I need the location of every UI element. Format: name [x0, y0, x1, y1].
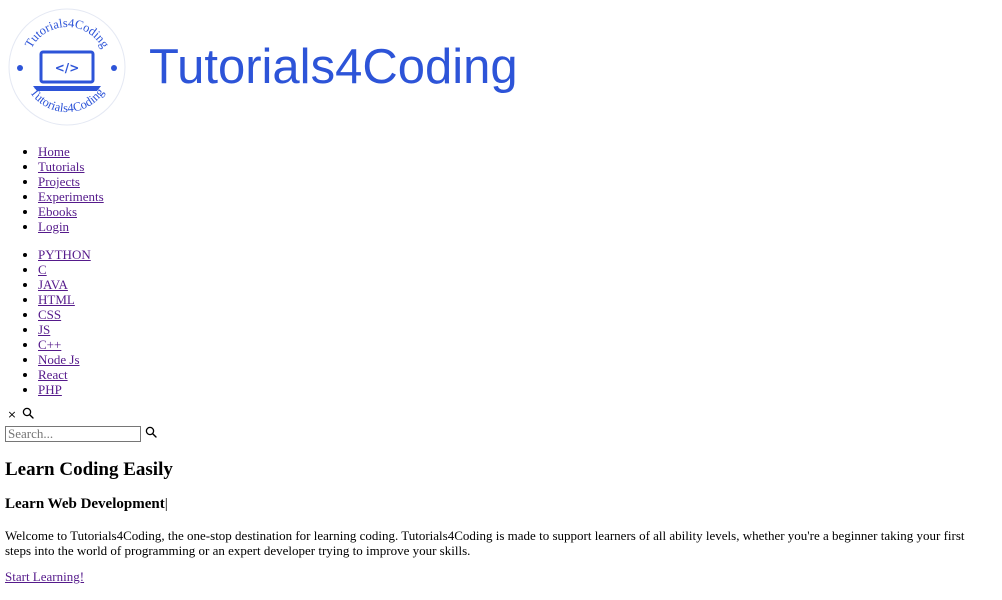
typing-cursor: | — [164, 496, 168, 512]
lang-link-java[interactable]: JAVA — [38, 277, 68, 292]
lang-link-cpp[interactable]: C++ — [38, 337, 61, 352]
search-toggle-row: × — [7, 407, 34, 423]
lang-item-c: C — [38, 262, 91, 277]
hero-subheading-text: Learn Web Development — [5, 496, 165, 512]
logo-dot-left — [17, 65, 23, 71]
search-submit-icon[interactable] — [145, 426, 157, 442]
site-logo[interactable]: Tutorials4Coding Tutorials4Coding </> — [8, 8, 126, 126]
hero-subheading: Learn Web Development| — [5, 495, 168, 513]
lang-link-c[interactable]: C — [38, 262, 47, 277]
nav-link-tutorials[interactable]: Tutorials — [38, 159, 84, 174]
nav-link-login[interactable]: Login — [38, 219, 69, 234]
nav-item-home: Home — [38, 144, 104, 159]
lang-item-python: PYTHON — [38, 247, 91, 262]
nav-item-login: Login — [38, 219, 104, 234]
lang-item-css: CSS — [38, 307, 91, 322]
lang-item-html: HTML — [38, 292, 91, 307]
nav-item-tutorials: Tutorials — [38, 159, 104, 174]
lang-link-js[interactable]: JS — [38, 322, 50, 337]
lang-item-js: JS — [38, 322, 91, 337]
main-nav: Home Tutorials Projects Experiments Eboo… — [0, 144, 104, 234]
nav-item-projects: Projects — [38, 174, 104, 189]
lang-item-react: React — [38, 367, 91, 382]
lang-item-php: PHP — [38, 382, 91, 397]
search-form — [5, 426, 157, 442]
lang-link-php[interactable]: PHP — [38, 382, 62, 397]
lang-link-css[interactable]: CSS — [38, 307, 61, 322]
nav-link-home[interactable]: Home — [38, 144, 70, 159]
search-icon[interactable] — [22, 407, 34, 423]
nav-item-experiments: Experiments — [38, 189, 104, 204]
nav-link-ebooks[interactable]: Ebooks — [38, 204, 77, 219]
lang-link-python[interactable]: PYTHON — [38, 247, 91, 262]
lang-link-react[interactable]: React — [38, 367, 68, 382]
logo-emblem: Tutorials4Coding Tutorials4Coding </> — [8, 8, 126, 126]
nav-link-projects[interactable]: Projects — [38, 174, 80, 189]
lang-link-html[interactable]: HTML — [38, 292, 75, 307]
nav-link-experiments[interactable]: Experiments — [38, 189, 104, 204]
nav-item-ebooks: Ebooks — [38, 204, 104, 219]
hero-heading: Learn Coding Easily — [5, 459, 173, 480]
site-title: Tutorials4Coding — [149, 40, 518, 94]
lang-item-cpp: C++ — [38, 337, 91, 352]
start-learning-link[interactable]: Start Learning! — [5, 569, 84, 584]
lang-item-nodejs: Node Js — [38, 352, 91, 367]
code-icon: </> — [55, 61, 80, 75]
close-icon[interactable]: × — [7, 408, 17, 422]
lang-link-nodejs[interactable]: Node Js — [38, 352, 80, 367]
hero-intro: Welcome to Tutorials4Coding, the one-sto… — [5, 528, 965, 558]
language-nav: PYTHON C JAVA HTML CSS JS C++ Node Js Re… — [0, 247, 91, 397]
logo-dot-right — [111, 65, 117, 71]
search-input[interactable] — [5, 426, 141, 442]
lang-item-java: JAVA — [38, 277, 91, 292]
